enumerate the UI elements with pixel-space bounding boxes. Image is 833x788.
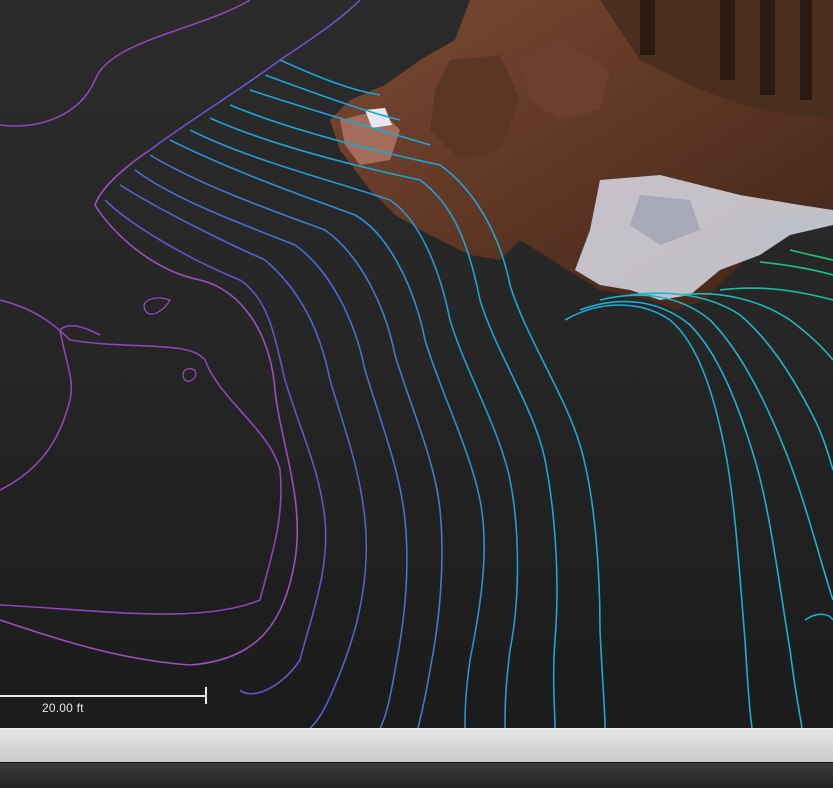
bottom-panel	[0, 762, 833, 788]
scale-bar: 20.00 ft	[0, 684, 210, 720]
scale-bar-tick	[205, 687, 207, 704]
scale-bar-label: 20.00 ft	[42, 701, 84, 715]
point-cloud-scene	[0, 0, 833, 728]
status-bar	[0, 728, 833, 763]
building-point-cloud	[330, 0, 833, 310]
3d-viewport[interactable]: 20.00 ft	[0, 0, 833, 728]
scale-bar-line	[0, 695, 206, 697]
